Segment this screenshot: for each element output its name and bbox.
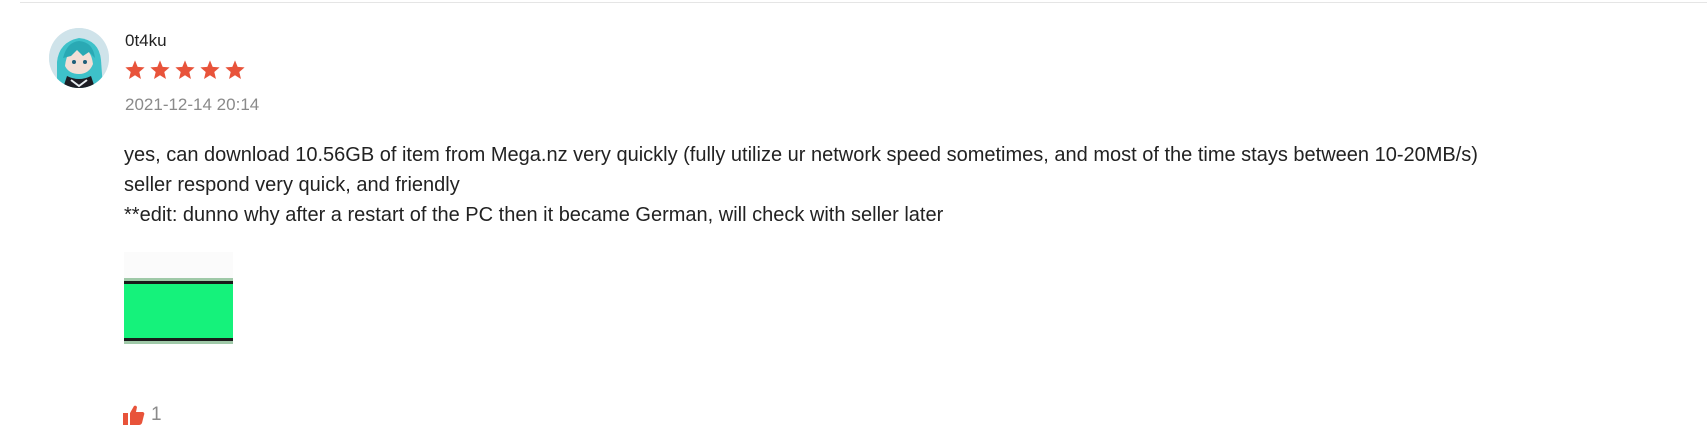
avatar[interactable] (49, 28, 109, 88)
review-text-line: **edit: dunno why after a restart of the… (124, 204, 944, 226)
review-date: 2021-12-14 20:14 (125, 95, 260, 114)
like-count: 1 (151, 404, 162, 425)
reviewer-name[interactable]: 0t4ku (125, 31, 167, 51)
review-text-line: yes, can download 10.56GB of item from M… (124, 144, 1478, 166)
review-photo (124, 252, 233, 350)
star-icon (225, 60, 245, 79)
star-icon (150, 60, 170, 79)
review-text-line: seller respond very quick, and friendly (124, 174, 460, 196)
thumbs-up-icon (123, 405, 145, 425)
review-card: 0t4ku 2021-12-14 20:14 yes, can download… (0, 0, 1707, 445)
star-rating (124, 59, 246, 85)
star-icon (175, 60, 195, 79)
avatar-image (49, 28, 109, 88)
like-button[interactable]: 1 (123, 404, 162, 426)
star-icon (125, 60, 145, 79)
star-icon (200, 60, 220, 79)
review-photo-thumbnail[interactable] (124, 252, 233, 350)
review-body: yes, can download 10.56GB of item from M… (124, 140, 1478, 230)
